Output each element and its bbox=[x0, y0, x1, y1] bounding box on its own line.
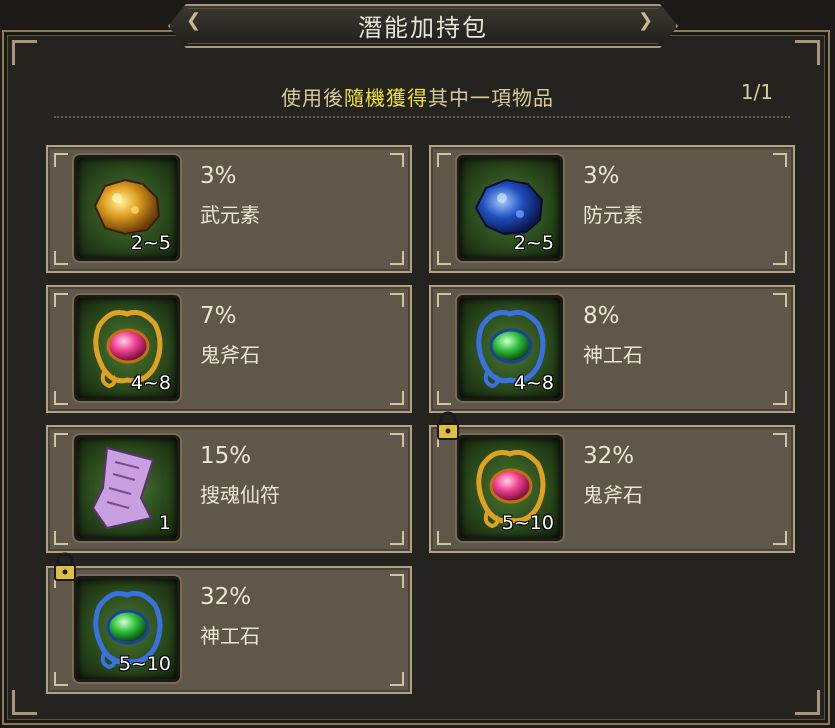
page-indicator: 1/1 bbox=[740, 80, 773, 104]
item-quantity: 2~5 bbox=[130, 232, 171, 254]
card-corner-ornament bbox=[390, 672, 404, 686]
card-corner-ornament bbox=[54, 433, 68, 447]
item-quantity: 4~8 bbox=[513, 372, 554, 394]
lock-icon bbox=[435, 411, 461, 441]
card-corner-ornament bbox=[390, 433, 404, 447]
reward-item-card[interactable]: 2~5 3% 防元素 bbox=[429, 145, 795, 273]
card-corner-ornament bbox=[54, 391, 68, 405]
reward-item-card[interactable]: 2~5 3% 武元素 bbox=[46, 145, 412, 273]
reward-item-card[interactable]: 4~8 7% 鬼斧石 bbox=[46, 285, 412, 413]
reward-item-card[interactable]: 5~10 32% 鬼斧石 bbox=[429, 411, 795, 553]
item-drop-rate: 3% bbox=[200, 163, 237, 189]
card-corner-ornament bbox=[437, 391, 451, 405]
item-slot[interactable]: 4~8 bbox=[74, 295, 180, 401]
card-corner-ornament bbox=[390, 153, 404, 167]
card-corner-ornament bbox=[54, 531, 68, 545]
item-name: 鬼斧石 bbox=[200, 343, 260, 367]
panel-corner-ornament bbox=[795, 690, 820, 715]
title-bar: 潛能加持包 bbox=[168, 4, 678, 48]
card-corner-ornament bbox=[437, 531, 451, 545]
card-corner-ornament bbox=[437, 251, 451, 265]
card-corner-ornament bbox=[773, 293, 787, 307]
card-corner-ornament bbox=[773, 433, 787, 447]
item-quantity: 4~8 bbox=[130, 372, 171, 394]
description-suffix: 其中一項物品 bbox=[428, 86, 554, 110]
item-slot[interactable]: 5~10 bbox=[74, 576, 180, 682]
item-drop-rate: 32% bbox=[200, 584, 252, 610]
card-corner-ornament bbox=[437, 293, 451, 307]
card-corner-ornament bbox=[773, 531, 787, 545]
reward-item-card[interactable]: 1 15% 搜魂仙符 bbox=[46, 425, 412, 553]
item-quantity: 1 bbox=[158, 512, 171, 534]
panel-title: 潛能加持包 bbox=[358, 13, 488, 42]
panel-corner-ornament bbox=[12, 690, 37, 715]
divider bbox=[54, 116, 790, 118]
card-corner-ornament bbox=[773, 251, 787, 265]
card-corner-ornament bbox=[54, 293, 68, 307]
item-drop-rate: 3% bbox=[583, 163, 620, 189]
chevron-left-icon: ❮ bbox=[186, 10, 202, 31]
card-corner-ornament bbox=[54, 251, 68, 265]
lock-icon bbox=[52, 552, 78, 582]
card-corner-ornament bbox=[390, 251, 404, 265]
item-slot[interactable]: 2~5 bbox=[457, 155, 563, 261]
item-name: 鬼斧石 bbox=[583, 483, 643, 507]
item-name: 武元素 bbox=[200, 203, 260, 227]
item-slot[interactable]: 2~5 bbox=[74, 155, 180, 261]
description-highlight: 隨機獲得 bbox=[344, 86, 428, 110]
item-name: 搜魂仙符 bbox=[200, 483, 280, 507]
card-corner-ornament bbox=[390, 293, 404, 307]
item-drop-rate: 8% bbox=[583, 303, 620, 329]
item-drop-rate: 32% bbox=[583, 443, 635, 469]
card-corner-ornament bbox=[437, 153, 451, 167]
panel-corner-ornament bbox=[12, 40, 37, 65]
reward-item-card[interactable]: 5~10 32% 神工石 bbox=[46, 552, 412, 694]
reward-item-card[interactable]: 4~8 8% 神工石 bbox=[429, 285, 795, 413]
item-slot[interactable]: 5~10 bbox=[457, 435, 563, 541]
card-corner-ornament bbox=[54, 672, 68, 686]
card-corner-ornament bbox=[390, 574, 404, 588]
card-corner-ornament bbox=[773, 391, 787, 405]
item-drop-rate: 15% bbox=[200, 443, 252, 469]
card-corner-ornament bbox=[390, 531, 404, 545]
pack-description: 使用後隨機獲得其中一項物品 bbox=[0, 82, 835, 111]
item-name: 神工石 bbox=[583, 343, 643, 367]
item-slot[interactable]: 4~8 bbox=[457, 295, 563, 401]
item-slot[interactable]: 1 bbox=[74, 435, 180, 541]
description-prefix: 使用後 bbox=[281, 86, 344, 110]
panel-corner-ornament bbox=[795, 40, 820, 65]
item-quantity: 2~5 bbox=[513, 232, 554, 254]
item-quantity: 5~10 bbox=[501, 512, 554, 534]
item-name: 神工石 bbox=[200, 624, 260, 648]
item-quantity: 5~10 bbox=[118, 653, 171, 675]
item-name: 防元素 bbox=[583, 203, 643, 227]
chevron-right-icon: ❯ bbox=[638, 10, 654, 31]
card-corner-ornament bbox=[54, 153, 68, 167]
item-drop-rate: 7% bbox=[200, 303, 237, 329]
card-corner-ornament bbox=[773, 153, 787, 167]
card-corner-ornament bbox=[390, 391, 404, 405]
